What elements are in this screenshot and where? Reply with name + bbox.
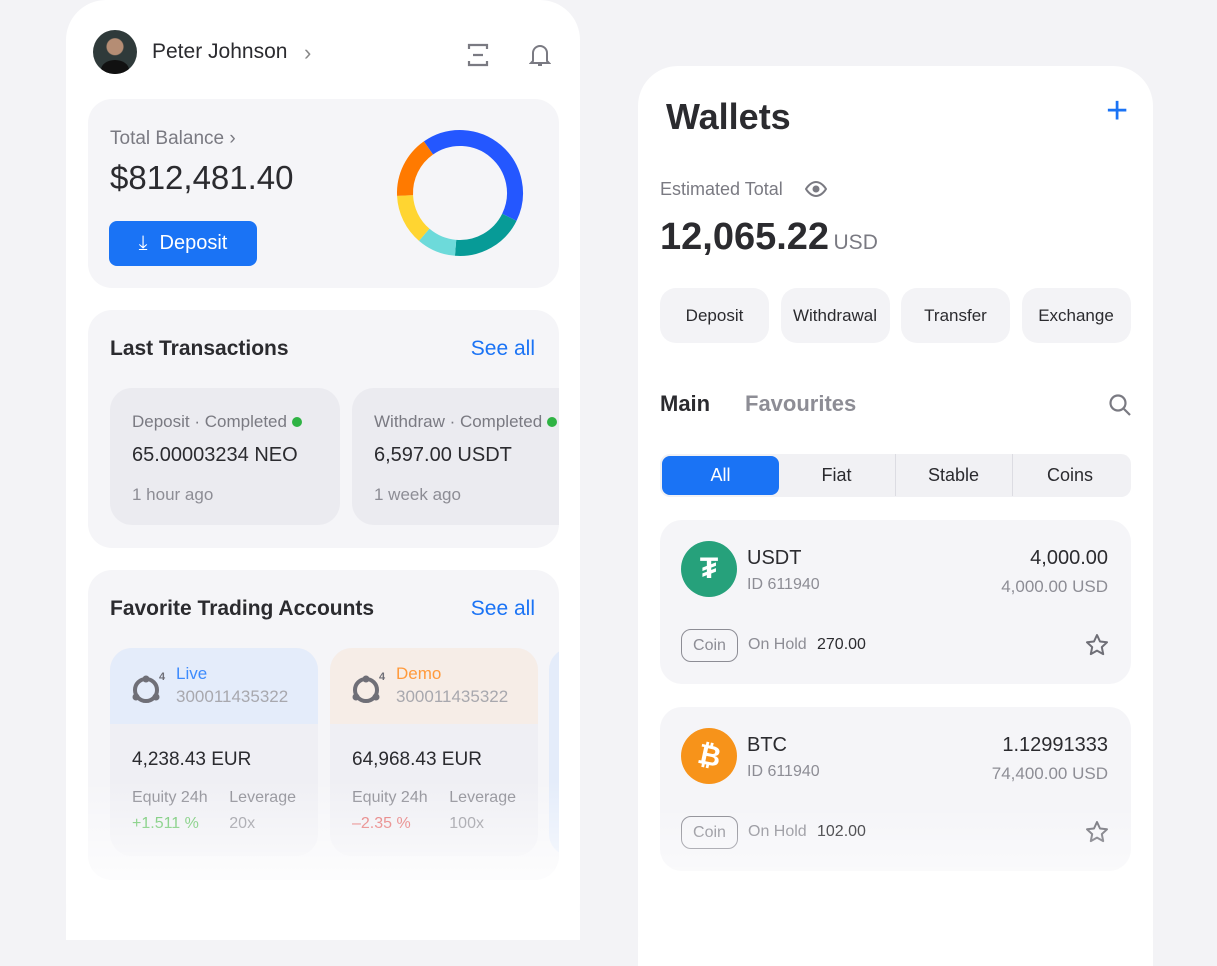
svg-text:4: 4 xyxy=(379,671,386,683)
wallet-amount: 1.12991333 xyxy=(1002,734,1108,756)
transaction-time: 1 week ago xyxy=(374,485,461,504)
wallet-item[interactable]: ₿ BTC ID 611940 1.12991333 74,400.00 USD… xyxy=(660,707,1131,871)
balance-amount: $812,481.40 xyxy=(110,159,294,196)
transfer-button[interactable]: Transfer xyxy=(901,288,1010,343)
account-number: 300011435322 xyxy=(396,687,509,706)
tether-icon: ₮ xyxy=(681,541,737,597)
donut-segment xyxy=(397,141,434,196)
status-dot xyxy=(546,417,557,427)
account-card-partial[interactable] xyxy=(549,648,559,856)
avatar[interactable] xyxy=(93,30,137,74)
wallet-usd-value: 4,000.00 USD xyxy=(1001,577,1108,596)
wallet-amount: 4,000.00 xyxy=(1030,547,1108,569)
chevron-right-icon[interactable]: › xyxy=(304,40,311,66)
profile-name[interactable]: Peter Johnson xyxy=(152,40,287,64)
see-all-transactions-link[interactable]: See all xyxy=(471,337,535,361)
transaction-card[interactable]: Withdraw · Completed 6,597.00 USDT 1 wee… xyxy=(352,388,559,525)
metatrader-icon: 4 xyxy=(132,671,166,703)
balance-card: Total Balance › $812,481.40 ⤓ Deposit xyxy=(88,99,559,288)
filter-fiat[interactable]: Fiat xyxy=(779,454,895,496)
filter-stable[interactable]: Stable xyxy=(895,454,1011,496)
wallet-type-tag: Coin xyxy=(681,816,738,849)
wallet-item[interactable]: ₮ USDT ID 611940 4,000.00 4,000.00 USD C… xyxy=(660,520,1131,684)
page-title: Wallets xyxy=(666,96,791,137)
balance-donut-chart xyxy=(397,130,523,256)
bitcoin-icon: ₿ xyxy=(681,728,737,784)
favorite-accounts-card: Favorite Trading Accounts See all 4 Live… xyxy=(88,570,559,880)
see-all-accounts-link[interactable]: See all xyxy=(471,597,535,621)
tab-favourites[interactable]: Favourites xyxy=(745,391,856,417)
trading-account-card[interactable]: 4 Live 300011435322 4,238.43 EUR Equity 2… xyxy=(110,648,318,856)
deposit-button[interactable]: ⤓ Deposit xyxy=(109,221,257,266)
equity-change: +1.511 % xyxy=(132,815,199,832)
tab-main[interactable]: Main xyxy=(660,391,710,417)
chevron-right-icon: › xyxy=(229,128,236,149)
wallet-type-tag: Coin xyxy=(681,629,738,662)
wallet-symbol: BTC xyxy=(747,734,787,756)
wallet-usd-value: 74,400.00 USD xyxy=(991,764,1108,783)
section-title: Favorite Trading Accounts xyxy=(110,597,375,620)
account-balance: 64,968.43 EUR xyxy=(352,749,482,770)
star-icon[interactable] xyxy=(1085,820,1109,844)
estimated-total-label: Estimated Total xyxy=(660,179,783,199)
wallet-id: ID 611940 xyxy=(747,576,820,593)
section-title: Last Transactions xyxy=(110,337,289,360)
filter-coins[interactable]: Coins xyxy=(1011,454,1128,496)
star-icon[interactable] xyxy=(1085,633,1109,657)
last-transactions-card: Last Transactions See all Deposit · Comp… xyxy=(88,310,559,548)
exchange-button[interactable]: Exchange xyxy=(1021,288,1131,343)
trading-account-card[interactable]: 4 Demo 300011435322 64,968.43 EUR Equity … xyxy=(330,648,538,856)
svg-text:4: 4 xyxy=(159,671,166,683)
account-number: 300011435322 xyxy=(176,687,289,706)
search-icon[interactable] xyxy=(1108,393,1132,417)
on-hold-amount: 270.00 xyxy=(817,636,866,653)
filter-all[interactable]: All xyxy=(662,456,779,495)
dashboard-panel: Peter Johnson › Total Balance › $812,481… xyxy=(66,0,580,940)
account-kind: Live xyxy=(176,664,208,683)
transaction-time: 1 hour ago xyxy=(132,485,214,504)
metatrader-icon: 4 xyxy=(352,671,386,703)
withdrawal-button[interactable]: Withdrawal xyxy=(780,288,890,343)
total-balance-label[interactable]: Total Balance › xyxy=(110,128,236,150)
bell-icon[interactable] xyxy=(529,42,551,68)
wallets-panel: Wallets + Estimated Total 12,065.22 USD … xyxy=(638,66,1153,966)
wallet-symbol: USDT xyxy=(747,547,802,569)
wallet-id: ID 611940 xyxy=(747,763,820,780)
account-balance: 4,238.43 EUR xyxy=(132,749,252,770)
estimated-total: 12,065.22 USD xyxy=(660,216,878,258)
donut-segment xyxy=(454,213,517,256)
eye-icon[interactable] xyxy=(805,180,827,198)
scan-icon[interactable] xyxy=(467,43,489,67)
transaction-amount: 65.00003234 NEO xyxy=(132,444,298,466)
equity-change: –2.35 % xyxy=(352,815,411,832)
on-hold-amount: 102.00 xyxy=(817,823,866,840)
transaction-card[interactable]: Deposit · Completed 65.00003234 NEO 1 ho… xyxy=(110,388,340,525)
leverage-value: 20x xyxy=(229,815,256,832)
donut-segment xyxy=(423,130,523,221)
account-kind: Demo xyxy=(396,664,442,683)
donut-segment xyxy=(397,194,430,241)
download-icon: ⤓ xyxy=(138,232,148,254)
add-wallet-button[interactable]: + xyxy=(1106,90,1128,133)
transaction-amount: 6,597.00 USDT xyxy=(374,444,512,466)
leverage-value: 100x xyxy=(449,815,484,832)
donut-segment xyxy=(419,228,457,256)
status-dot xyxy=(291,417,302,427)
deposit-button[interactable]: Deposit xyxy=(660,288,769,343)
